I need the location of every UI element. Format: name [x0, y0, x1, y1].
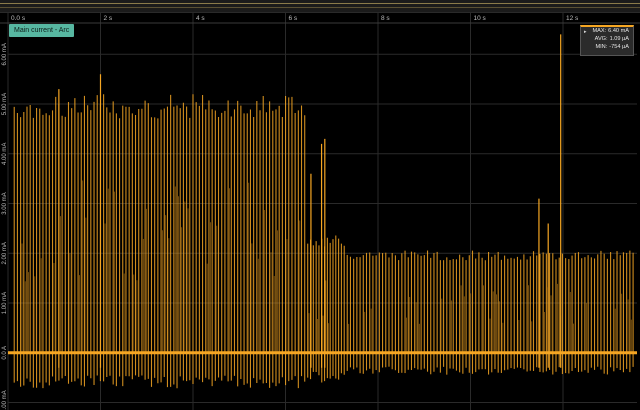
- y-tick-label: -1.00 mA: [2, 390, 8, 410]
- chart-grid: [0, 12, 640, 410]
- x-tick-label: 8 s: [381, 15, 390, 22]
- x-tick-label: 6 s: [289, 15, 298, 22]
- y-tick-label: 2.00 mA: [2, 242, 8, 264]
- x-tick-label: 0.0 s: [11, 15, 26, 22]
- current-trace: [8, 34, 637, 389]
- x-tick-label: 2 s: [104, 15, 113, 22]
- stats-avg-label: AVG:: [594, 36, 608, 42]
- stats-min-row: MIN: -754 µA: [581, 43, 633, 51]
- stats-max-row: MAX: 6.40 mA: [581, 27, 633, 35]
- stats-avg-row: AVG: 1.09 µA: [581, 35, 633, 43]
- x-tick-label: 4 s: [196, 15, 205, 22]
- y-tick-label: 4.00 mA: [2, 143, 8, 165]
- stats-max-value: 6.40 mA: [608, 28, 629, 34]
- scope-window: 0.0 s 2 s 4 s 6 s 8 s 10 s 12 s 6.00 mA 5.00 mA 4…: [0, 0, 640, 410]
- x-tick-label: 10 s: [474, 15, 487, 22]
- chart-ticks: 0.0 s 2 s 4 s 6 s 8 s 10 s 12 s 6.00 mA 5.00 mA 4…: [2, 15, 579, 410]
- stats-box: ▸ MAX: 6.40 mA AVG: 1.09 µA MIN: -754 µA: [580, 25, 634, 56]
- stats-max-label: MAX:: [592, 28, 607, 34]
- channel-label[interactable]: Main current - Arc: [9, 24, 75, 37]
- current-chart[interactable]: 0.0 s 2 s 4 s 6 s 8 s 10 s 12 s 6.00 mA 5.00 mA 4…: [0, 12, 640, 410]
- stats-min-value: -754 µA: [609, 44, 629, 50]
- overview-trace-line: [0, 7, 640, 8]
- y-tick-label: 3.00 mA: [2, 192, 8, 214]
- y-tick-label: 1.00 mA: [2, 292, 8, 314]
- y-tick-label: 5.00 mA: [2, 93, 8, 115]
- x-tick-label: 12 s: [566, 15, 579, 22]
- overview-trace-line: [0, 3, 640, 4]
- stats-avg-value: 1.09 µA: [609, 36, 629, 42]
- expand-marker-icon[interactable]: ▸: [584, 28, 587, 36]
- stats-min-label: MIN:: [595, 44, 608, 50]
- y-tick-label: 0.0 A: [2, 346, 8, 360]
- y-tick-label: 6.00 mA: [2, 43, 8, 65]
